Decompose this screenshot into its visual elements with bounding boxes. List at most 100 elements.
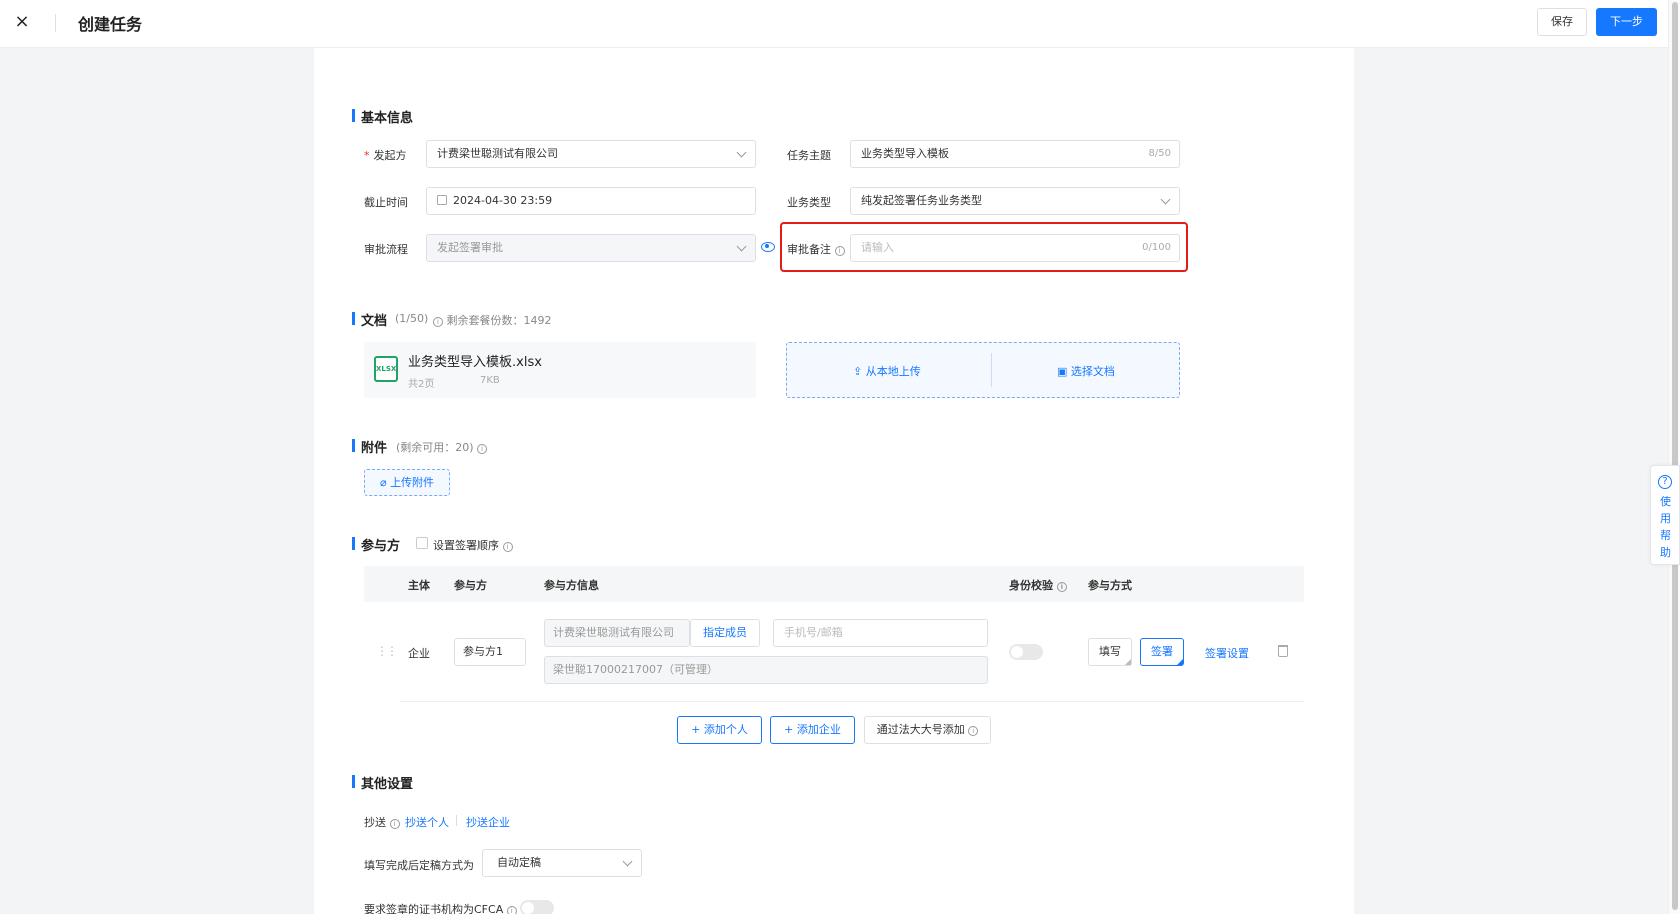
identity-check-toggle[interactable] — [1009, 644, 1043, 660]
initiator-select[interactable]: 计费梁世聪测试有限公司 — [426, 140, 756, 168]
divider — [456, 815, 457, 826]
initiator-label-text: 发起方 — [373, 149, 407, 162]
biztype-select[interactable]: 纯发起签署任务业务类型 — [850, 187, 1180, 215]
required-mark: * — [364, 149, 370, 162]
drag-handle-icon[interactable]: ⋮⋮ — [376, 644, 398, 658]
info-icon: i — [389, 819, 400, 829]
biztype-value: 纯发起签署任务业务类型 — [861, 194, 982, 207]
corner-mark — [1177, 659, 1183, 665]
help-panel[interactable]: ? 使用帮助 — [1650, 465, 1680, 565]
mode-sign-button[interactable]: 签署 — [1140, 638, 1184, 666]
scrollbar-thumb[interactable] — [1672, 2, 1678, 910]
close-icon[interactable]: × — [10, 10, 34, 34]
sign-order-checkbox[interactable] — [416, 537, 428, 549]
add-by-number-button[interactable]: 通过法大大号添加 i — [864, 716, 991, 744]
biztype-label: 业务类型 — [787, 196, 831, 209]
mode-fill-label: 填写 — [1099, 645, 1121, 658]
info-icon: i — [433, 317, 443, 327]
documents-remaining-text: 剩余套餐份数：1492 — [446, 314, 552, 327]
document-pages: 共2页 — [408, 379, 435, 390]
attachments-remaining-text: (剩余可用：20) — [396, 441, 474, 454]
subject-input[interactable]: 业务类型导入模板 8/50 — [850, 140, 1180, 168]
add-company-label: 添加企业 — [796, 723, 841, 736]
participant-name: 参与方1 — [463, 645, 503, 658]
page-scrollbar[interactable] — [1668, 0, 1680, 914]
add-by-number-label: 通过法大大号添加 — [876, 723, 965, 736]
approval-value: 发起签署审批 — [437, 241, 503, 254]
remark-placeholder: 请输入 — [861, 241, 894, 254]
help-question-icon: ? — [1658, 475, 1672, 489]
participant-member-input[interactable]: 梁世聪17000217007（可管理） — [544, 656, 988, 684]
trash-icon[interactable] — [1278, 645, 1288, 657]
cfca-label: 要求签章的证书机构为CFCA i — [364, 901, 517, 914]
add-company-button[interactable]: + 添加企业 — [770, 716, 855, 744]
sign-order-text: 设置签署顺序 — [433, 539, 499, 552]
col-participant-info: 参与方信息 — [544, 579, 599, 592]
assign-member-button[interactable]: 指定成员 — [690, 619, 760, 647]
cfca-label-text: 要求签章的证书机构为CFCA — [364, 903, 504, 914]
mode-fill-button[interactable]: 填写 — [1088, 638, 1132, 666]
divider — [55, 14, 56, 32]
remark-label: 审批备注 i — [787, 241, 845, 257]
choose-document-button[interactable]: ▣ 选择文档 — [1057, 363, 1115, 379]
chevron-down-icon — [1160, 194, 1171, 205]
choose-document-label: 选择文档 — [1070, 365, 1115, 378]
participant-company: 计费梁世聪测试有限公司 — [553, 626, 674, 639]
calendar-icon — [437, 195, 447, 205]
info-icon: i — [477, 444, 488, 454]
cfca-toggle[interactable] — [520, 900, 554, 914]
paperclip-icon: ⌀ — [379, 476, 387, 489]
deadline-picker[interactable]: 2024-04-30 23:59 — [426, 187, 756, 215]
upload-local-button[interactable]: ⇪ 从本地上传 — [853, 363, 921, 379]
remark-input[interactable]: 请输入 0/100 — [850, 234, 1180, 262]
finalize-select[interactable]: 自动定稿 — [482, 849, 642, 877]
participant-entity: 企业 — [408, 647, 430, 660]
document-card[interactable]: XLSX 业务类型导入模板.xlsx 共2页 7KB — [364, 342, 756, 398]
contact-input[interactable]: 手机号/邮箱 — [773, 619, 988, 647]
documents-count: (1/50) — [395, 312, 429, 325]
deadline-value: 2024-04-30 23:59 — [453, 194, 553, 207]
top-bar: × 创建任务 保存 下一步 — [0, 0, 1680, 48]
deadline-label: 截止时间 — [364, 196, 408, 209]
sign-settings-link[interactable]: 签署设置 — [1205, 645, 1249, 661]
cc-label: 抄送 i — [364, 814, 400, 830]
approval-select[interactable]: 发起签署审批 — [426, 234, 756, 262]
page-title: 创建任务 — [78, 15, 143, 34]
participant-company-input[interactable]: 计费梁世聪测试有限公司 — [544, 619, 690, 647]
next-step-button[interactable]: 下一步 — [1596, 8, 1657, 36]
document-size: 7KB — [480, 375, 500, 386]
document-icon: ▣ — [1057, 365, 1068, 378]
chevron-down-icon — [736, 147, 747, 158]
subject-value: 业务类型导入模板 — [861, 147, 949, 160]
corner-mark — [1125, 659, 1131, 665]
finalize-label: 填写完成后定稿方式为 — [364, 859, 474, 872]
save-button[interactable]: 保存 — [1537, 8, 1587, 36]
sign-order-label: 设置签署顺序 i — [433, 537, 513, 553]
finalize-value: 自动定稿 — [497, 856, 541, 869]
divider — [991, 353, 992, 387]
upload-attachment-button[interactable]: ⌀ 上传附件 — [364, 469, 450, 496]
col-identity-check: 身份校验 i — [1009, 577, 1067, 593]
section-attachments: 附件 — [352, 437, 387, 456]
document-name: 业务类型导入模板.xlsx — [408, 355, 542, 370]
section-other-settings: 其他设置 — [352, 773, 413, 792]
participants-table-header: 主体 参与方 参与方信息 身份校验 i 参与方式 — [364, 566, 1304, 602]
col-participant: 参与方 — [454, 579, 487, 592]
cc-person-link[interactable]: 抄送个人 — [405, 814, 449, 830]
cc-company-link[interactable]: 抄送企业 — [466, 814, 510, 830]
initiator-label: * 发起方 — [364, 147, 407, 163]
attachments-remaining: (剩余可用：20) i — [396, 439, 488, 455]
participant-name-input[interactable]: 参与方1 — [454, 638, 526, 666]
plus-icon: + — [691, 723, 701, 736]
add-person-label: 添加个人 — [703, 723, 748, 736]
participant-member: 梁世聪17000217007（可管理） — [553, 663, 718, 676]
excel-file-icon: XLSX — [374, 356, 398, 382]
section-participants: 参与方 — [352, 535, 400, 554]
add-person-button[interactable]: + 添加个人 — [677, 716, 762, 744]
upload-attachment-label: 上传附件 — [390, 476, 435, 489]
col-entity: 主体 — [408, 579, 430, 592]
form-panel — [314, 48, 1354, 914]
eye-icon[interactable] — [761, 242, 775, 252]
info-icon: i — [502, 542, 513, 552]
info-icon: i — [968, 726, 979, 736]
